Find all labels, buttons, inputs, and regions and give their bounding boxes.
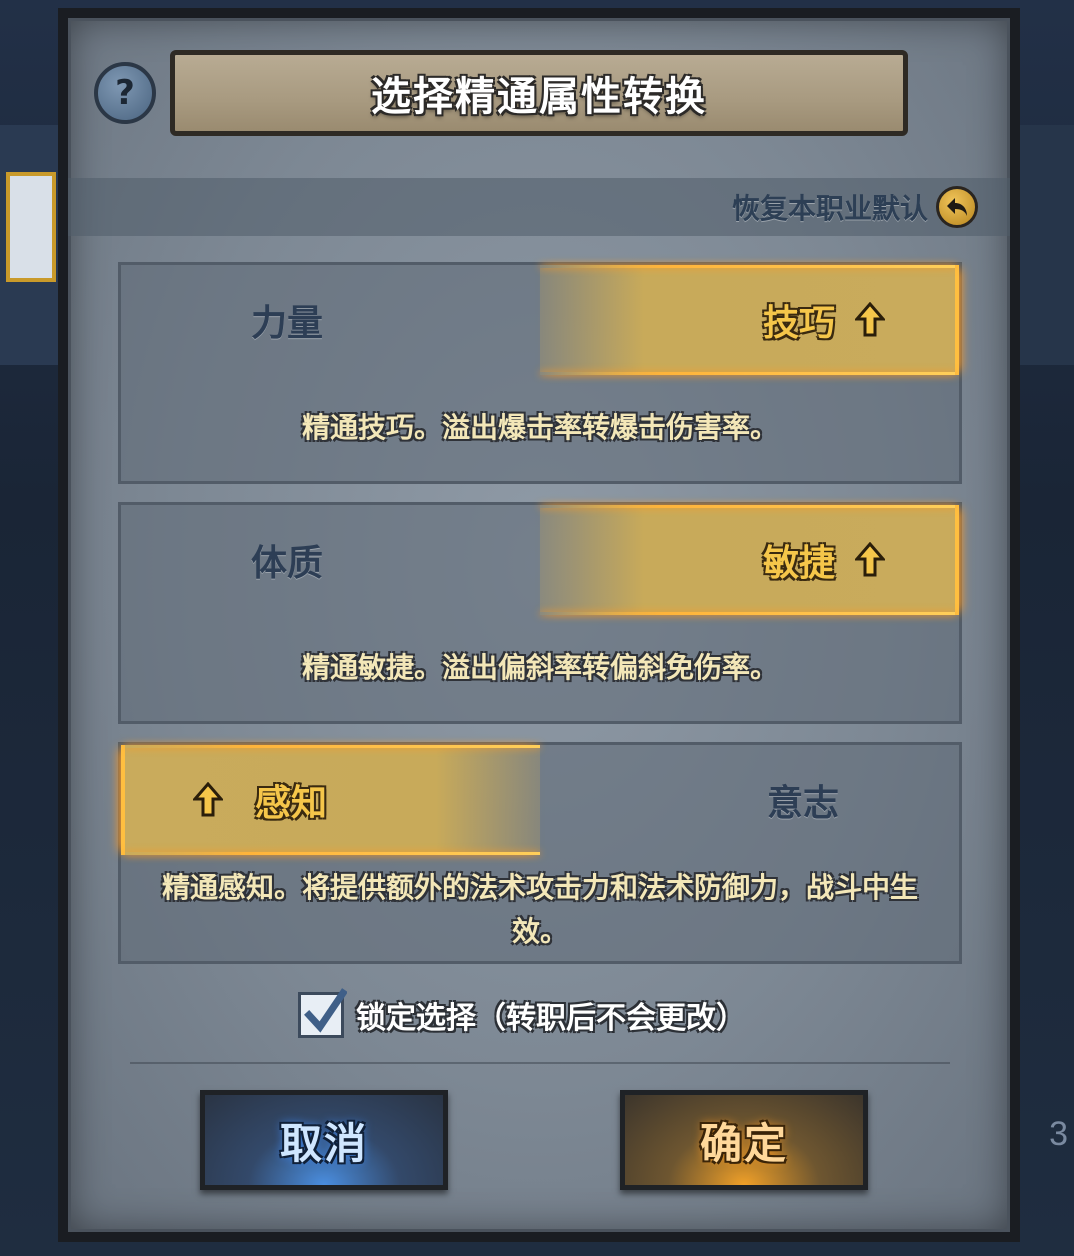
option-will[interactable]: 意志: [540, 745, 959, 855]
help-button[interactable]: ?: [94, 62, 156, 124]
divider: [130, 1062, 950, 1064]
lock-selection-toggle[interactable]: 锁定选择（转职后不会更改）: [298, 988, 746, 1038]
confirm-button-label: 确定: [699, 1118, 788, 1168]
confirm-button[interactable]: 确定: [620, 1090, 868, 1190]
up-arrow-icon: [855, 302, 885, 337]
mastery-card-3: 感知 意志 精通感知。将提供额外的法术攻击力和法术防御力，战斗中生效。: [118, 742, 962, 964]
card-description: 精通敏捷。溢出偏斜率转偏斜免伤率。: [301, 651, 778, 684]
option-label: 敏捷: [762, 543, 835, 584]
option-constitution[interactable]: 体质: [121, 505, 540, 615]
background-banner: [6, 172, 56, 282]
mastery-card-2: 体质 敏捷 精通敏捷。溢出偏斜率转偏斜免伤率。: [118, 502, 962, 724]
background-page-indicator: 3: [1049, 1115, 1068, 1153]
option-label: 力量: [251, 303, 324, 344]
lock-checkbox[interactable]: [298, 988, 347, 1038]
cancel-button-label: 取消: [279, 1118, 368, 1168]
title-plate: 选择精通属性转换: [170, 50, 908, 136]
dialog-title: 选择精通属性转换: [371, 74, 707, 120]
up-arrow-icon: [855, 542, 885, 577]
mastery-card-1: 力量 技巧 精通技巧。溢出爆击率转爆击伤害率。: [118, 262, 962, 484]
checkmark-icon: [304, 988, 347, 1033]
reset-default-button[interactable]: 恢复本职业默认: [732, 186, 978, 228]
option-label: 技巧: [762, 303, 835, 344]
option-label: 意志: [766, 783, 839, 824]
card-description: 精通感知。将提供额外的法术攻击力和法术防御力，战斗中生效。: [161, 871, 918, 948]
undo-arrow-icon: [936, 186, 978, 228]
option-label: 体质: [251, 543, 324, 584]
reset-default-label: 恢复本职业默认: [731, 192, 928, 225]
question-icon: ?: [115, 73, 135, 113]
cancel-button[interactable]: 取消: [200, 1090, 448, 1190]
up-arrow-icon: [193, 782, 223, 817]
card-description: 精通技巧。溢出爆击率转爆击伤害率。: [301, 411, 778, 444]
option-agility[interactable]: 敏捷: [540, 505, 959, 615]
option-technique[interactable]: 技巧: [540, 265, 959, 375]
option-perception[interactable]: 感知: [121, 745, 540, 855]
option-strength[interactable]: 力量: [121, 265, 540, 375]
lock-selection-label: 锁定选择（转职后不会更改）: [356, 1001, 746, 1036]
background-panel-right: [1014, 125, 1074, 365]
option-label: 感知: [255, 783, 328, 824]
